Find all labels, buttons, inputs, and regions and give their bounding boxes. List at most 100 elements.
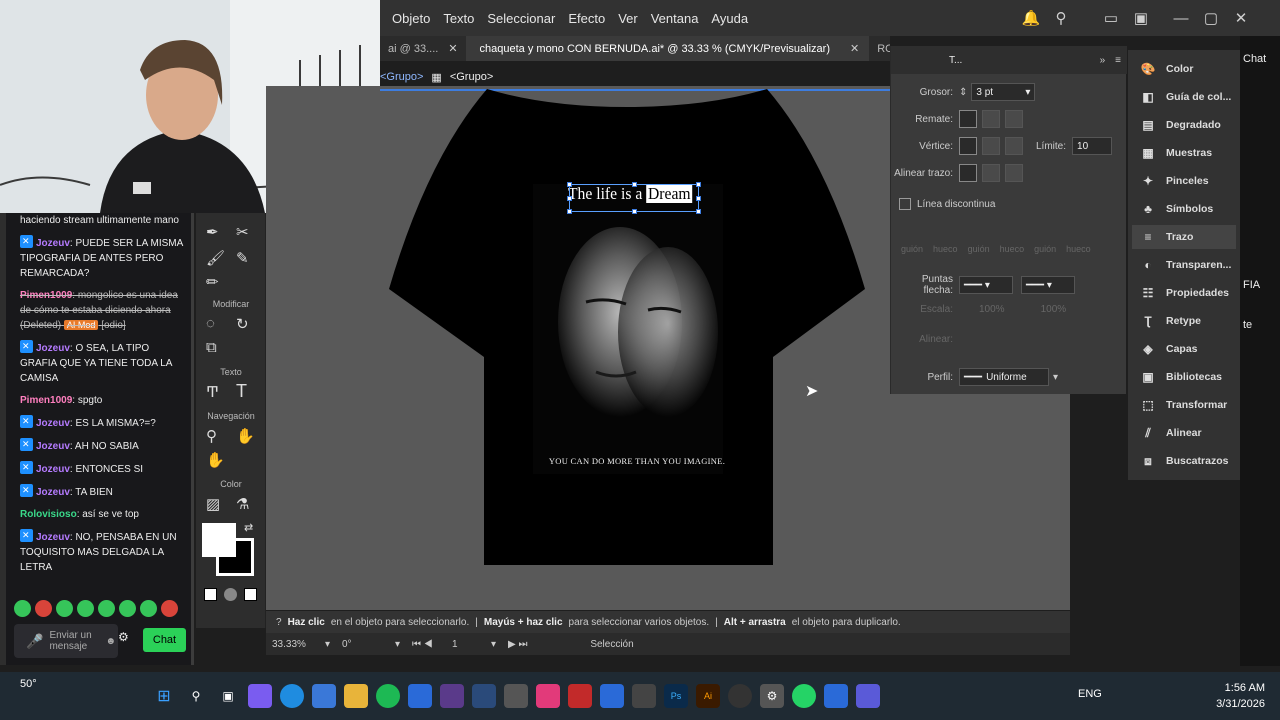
maximize-window-icon[interactable]: ▢ — [1196, 0, 1226, 36]
tab-previous-document[interactable]: ai @ 33.... ✕ — [380, 36, 466, 61]
workspace-layout-icon[interactable]: ▭ — [1096, 0, 1126, 36]
rotation-select[interactable]: 0° ▾ — [336, 636, 406, 652]
chat-input[interactable]: 🎤 Enviar un mensaje ☻ — [14, 624, 118, 658]
puppet-warp-tool-icon[interactable]: ⧉ — [206, 339, 217, 356]
menu-texto[interactable]: Texto — [437, 11, 480, 26]
panel-menu-icon[interactable]: ≡ — [1115, 55, 1121, 66]
round-join-button[interactable] — [982, 137, 1000, 155]
align-inside-stroke-button[interactable] — [982, 164, 1000, 182]
minimize-window-icon[interactable]: — — [1166, 0, 1196, 36]
tab-next-document[interactable]: ROPA — [869, 36, 890, 61]
dock-item-stroke[interactable]: ≡ Trazo — [1132, 225, 1236, 249]
end-arrowhead-select[interactable]: ━━━ ▾ — [1021, 276, 1075, 294]
task-view-icon[interactable]: ▣ — [216, 684, 240, 708]
emote-icon[interactable] — [140, 600, 157, 617]
limite-field[interactable]: 10 — [1072, 137, 1113, 155]
search-icon[interactable]: ⚲ — [184, 684, 208, 708]
projecting-cap-button[interactable] — [1005, 110, 1023, 128]
align-center-stroke-button[interactable] — [959, 164, 977, 182]
color-mode-icon[interactable] — [204, 588, 217, 601]
width-profile-select[interactable]: ━━━ Uniforme — [959, 368, 1049, 386]
tab-active-document[interactable]: chaqueta y mono CON BERNUDA.ai* @ 33.33 … — [465, 36, 870, 61]
spotify-icon[interactable] — [376, 684, 400, 708]
selection-bounding-box[interactable] — [567, 182, 701, 214]
artboard-select[interactable]: 1 ▾ — [446, 636, 502, 652]
dock-item-transparency[interactable]: ◐ Transparen... — [1132, 253, 1236, 277]
emoji-icon[interactable]: ☻ — [105, 636, 116, 647]
dock-item-symbols[interactable]: ♣ Símbolos — [1132, 197, 1236, 221]
settings-icon[interactable]: ⚙ — [760, 684, 784, 708]
panel-tab-stroke[interactable]: T... — [949, 55, 962, 66]
round-cap-button[interactable] — [982, 110, 1000, 128]
fill-color-swatch[interactable] — [202, 523, 236, 557]
start-arrowhead-select[interactable]: ━━━ ▾ — [959, 276, 1013, 294]
dock-item-layers[interactable]: ◈ Capas — [1132, 337, 1236, 361]
dock-item-color[interactable]: 🎨 Color — [1132, 57, 1236, 81]
dock-item-retype[interactable]: Ʈ Retype — [1132, 309, 1236, 333]
chat-send-button[interactable]: Chat — [143, 628, 186, 652]
butt-cap-button[interactable] — [959, 110, 977, 128]
file-explorer-icon[interactable] — [344, 684, 368, 708]
store-icon[interactable] — [312, 684, 336, 708]
app-icon[interactable] — [440, 684, 464, 708]
close-tab-icon[interactable]: ✕ — [448, 42, 457, 55]
dashed-line-checkbox[interactable] — [899, 198, 911, 210]
panel-collapse-icon[interactable]: » — [1100, 55, 1106, 66]
breadcrumb-group-link[interactable]: <Grupo> — [380, 71, 423, 83]
edge-icon[interactable] — [280, 684, 304, 708]
close-window-icon[interactable]: ✕ — [1226, 0, 1256, 36]
artwork-tagline-text[interactable]: YOU CAN DO MORE THAN YOU IMAGINE. — [537, 456, 737, 466]
rotate-view-tool-icon[interactable]: ✋ — [206, 451, 225, 469]
stepper-icon[interactable]: ⇕ — [959, 87, 967, 98]
scissors-tool-icon[interactable]: ✂ — [236, 223, 249, 241]
menu-objeto[interactable]: Objeto — [386, 11, 436, 26]
rotate-tool-icon[interactable]: ↻ — [236, 315, 249, 333]
menu-efecto[interactable]: Efecto — [562, 11, 611, 26]
photoshop-icon[interactable]: Ps — [664, 684, 688, 708]
gradient-tool-icon[interactable]: ▨ — [206, 495, 220, 513]
dock-item-swatches[interactable]: ▦ Muestras — [1132, 141, 1236, 165]
align-outside-stroke-button[interactable] — [1005, 164, 1023, 182]
emote-icon[interactable] — [56, 600, 73, 617]
language-indicator[interactable]: ENG — [1078, 688, 1102, 700]
menu-ventana[interactable]: Ventana — [645, 11, 705, 26]
emote-icon[interactable] — [161, 600, 178, 617]
search-icon[interactable]: ⚲ — [1046, 0, 1076, 36]
none-mode-icon[interactable] — [244, 588, 257, 601]
emote-icon[interactable] — [35, 600, 52, 617]
notification-bell-icon[interactable]: 🔔 — [1016, 0, 1046, 36]
hand-tool-icon[interactable]: ✋ — [236, 427, 255, 445]
app-icon[interactable] — [600, 684, 624, 708]
pen-tool-icon[interactable]: ✒ — [206, 223, 219, 241]
whatsapp-icon[interactable] — [792, 684, 816, 708]
brush-tool-icon[interactable]: 🖌 — [206, 249, 225, 267]
zoom-tool-icon[interactable]: ⚲ — [206, 427, 217, 445]
chat-settings-gear-icon[interactable]: ⚙ — [118, 630, 129, 644]
taskbar-clock[interactable]: 1:56 AM 3/31/2026 — [1195, 680, 1265, 712]
microphone-icon[interactable]: 🎤 — [26, 633, 43, 650]
start-menu-icon[interactable]: ⊞ — [152, 684, 176, 708]
dock-item-pathfinder[interactable]: ⧈ Buscatrazos — [1132, 449, 1236, 473]
app-icon[interactable] — [568, 684, 592, 708]
bevel-join-button[interactable] — [1005, 137, 1023, 155]
copilot-icon[interactable] — [248, 684, 272, 708]
dock-item-brushes[interactable]: ✦ Pinceles — [1132, 169, 1236, 193]
weather-widget[interactable]: 50° — [20, 678, 60, 690]
dock-item-align[interactable]: ⫽ Alinear — [1132, 421, 1236, 445]
grosor-field[interactable]: 3 pt ▾ — [971, 83, 1036, 101]
defender-icon[interactable] — [408, 684, 432, 708]
emote-icon[interactable] — [119, 600, 136, 617]
app-icon[interactable] — [856, 684, 880, 708]
gradient-mode-icon[interactable] — [224, 588, 237, 601]
obs-icon[interactable] — [728, 684, 752, 708]
blob-brush-tool-icon[interactable]: ✎ — [236, 249, 249, 267]
miter-join-button[interactable] — [959, 137, 977, 155]
app-icon[interactable] — [504, 684, 528, 708]
menu-ayuda[interactable]: Ayuda — [705, 11, 754, 26]
type-tool-icon[interactable]: T — [236, 381, 247, 402]
dock-item-gradient[interactable]: ▤ Degradado — [1132, 113, 1236, 137]
app-icon[interactable] — [824, 684, 848, 708]
dock-item-transform[interactable]: ⬚ Transformar — [1132, 393, 1236, 417]
arrange-documents-icon[interactable]: ▣ — [1126, 0, 1156, 36]
emote-icon[interactable] — [77, 600, 94, 617]
